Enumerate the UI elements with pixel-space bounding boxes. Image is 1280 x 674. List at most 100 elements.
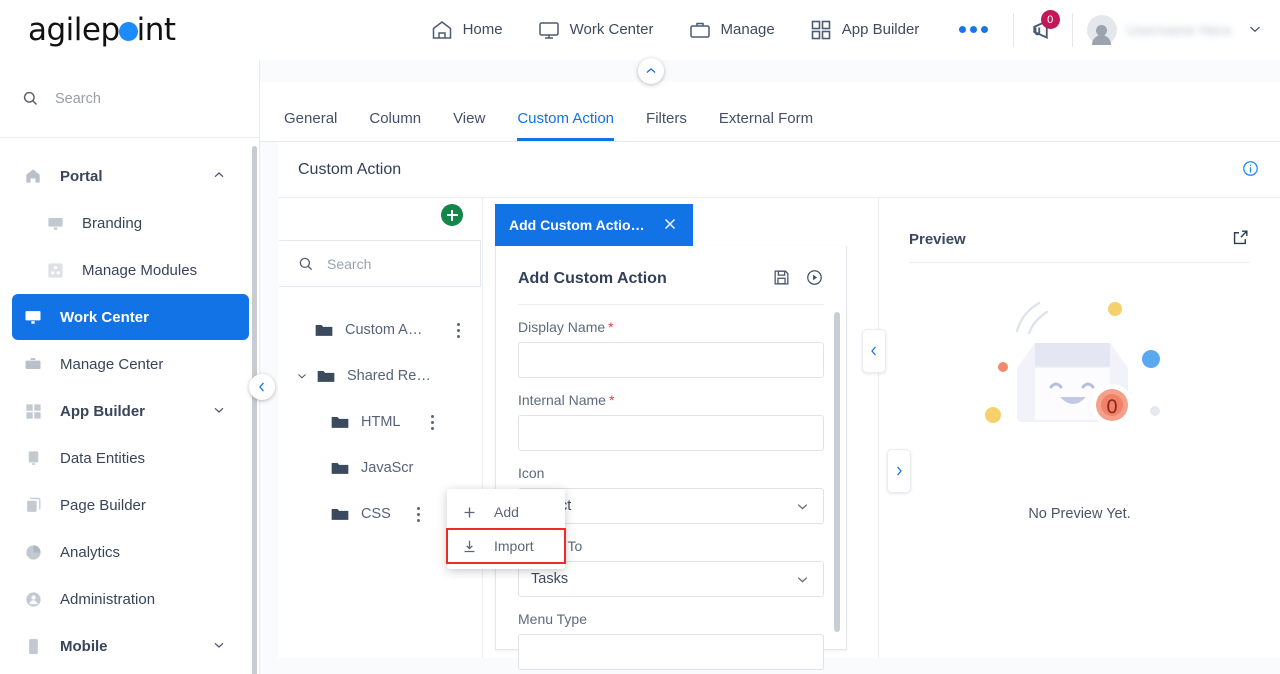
content-area: Search Custom A… Shared Re… HTML JavaScr…	[278, 198, 1280, 670]
folder-icon	[331, 463, 349, 474]
sidebar-item-app-builder[interactable]: App Builder	[12, 388, 249, 434]
form-tab-header[interactable]: Add Custom Actio…	[495, 204, 693, 246]
custom-action-form-panel: Add Custom Actio… Add Custom Action Disp…	[483, 198, 878, 670]
sidebar-search[interactable]: Search	[0, 60, 259, 138]
topnav-label-manage: Manage	[720, 21, 775, 38]
topnav-item-app-builder[interactable]: App Builder	[809, 18, 919, 42]
avatar[interactable]	[1086, 15, 1117, 45]
divider	[909, 262, 1250, 263]
close-icon[interactable]	[661, 215, 679, 236]
chevron-down-icon[interactable]	[211, 637, 227, 656]
sidebar-item-work-center[interactable]: Work Center	[12, 294, 249, 340]
add-circle-button[interactable]	[441, 204, 463, 226]
plus-icon	[464, 507, 475, 517]
context-menu: Add Import	[446, 489, 566, 569]
logo-dot	[118, 21, 138, 41]
user-name: Username Here	[1126, 22, 1232, 38]
sidebar-item-administration[interactable]: Administration	[12, 576, 249, 622]
sidebar-item-analytics[interactable]: Analytics	[12, 529, 249, 575]
form-card: Add Custom Action Display Name * Interna…	[495, 246, 847, 670]
sidebar-item-manage-modules[interactable]: Manage Modules	[12, 247, 249, 293]
applies-to-value: Tasks	[531, 571, 569, 587]
top-right-cluster: 0 Username Here	[999, 0, 1264, 60]
sidebar-scrollbar[interactable]	[252, 146, 257, 674]
section-collapse-button[interactable]	[638, 58, 664, 84]
run-icon[interactable]	[805, 268, 824, 290]
tree-node-html[interactable]: HTML	[278, 399, 482, 445]
chevron-down-icon	[797, 503, 808, 509]
external-link-icon[interactable]	[1231, 228, 1250, 250]
label-text: Internal Name	[518, 392, 606, 408]
chevron-down-icon	[797, 576, 808, 582]
form-scrollbar[interactable]	[834, 312, 840, 632]
sidebar-item-page-builder[interactable]: Page Builder	[12, 482, 249, 528]
tree-label: Custom A…	[345, 322, 423, 338]
tree-node-custom-actions[interactable]: Custom A…	[278, 307, 482, 353]
pages-icon	[22, 494, 44, 516]
tab-external-form[interactable]: External Form	[719, 110, 813, 141]
app-root: agilep int Home Work Center Manage App B…	[0, 0, 1280, 674]
internal-name-input[interactable]	[518, 415, 824, 451]
save-icon[interactable]	[772, 268, 791, 290]
display-name-input[interactable]	[518, 342, 824, 378]
chevron-down-icon[interactable]	[294, 369, 310, 383]
menu-type-select[interactable]	[518, 634, 824, 670]
context-menu-item-import[interactable]: Import	[446, 528, 566, 564]
context-menu-item-add[interactable]: Add	[447, 495, 565, 529]
agilepoint-logo[interactable]: agilep int	[28, 12, 176, 48]
more-options-icon[interactable]	[959, 26, 989, 33]
notification-badge: 0	[1040, 10, 1060, 29]
branding-icon	[44, 212, 66, 234]
required-marker: *	[608, 319, 614, 335]
tree-node-menu-button[interactable]	[417, 506, 420, 522]
sidebar-label-page-builder: Page Builder	[60, 496, 146, 514]
field-label-icon: Icon	[518, 465, 545, 481]
tree-node-shared-resources[interactable]: Shared Re…	[278, 353, 482, 399]
tab-general[interactable]: General	[284, 110, 337, 141]
database-icon	[22, 447, 44, 469]
required-marker: *	[608, 392, 615, 408]
tree-node-menu-button[interactable]	[457, 322, 460, 338]
field-label-internal-name: Internal Name *	[518, 392, 824, 408]
chevron-left-icon	[259, 382, 264, 392]
briefcase-icon	[22, 353, 44, 375]
topnav-item-home[interactable]: Home	[430, 18, 503, 42]
page-title: Custom Action	[298, 160, 402, 178]
info-circle-icon[interactable]	[1241, 159, 1260, 181]
folder-icon	[315, 325, 333, 336]
sidebar-item-data-entities[interactable]: Data Entities	[12, 435, 249, 481]
sidebar-item-manage-center[interactable]: Manage Center	[12, 341, 249, 387]
field-label-menu-type: Menu Type	[518, 611, 588, 627]
sidebar-item-branding[interactable]: Branding	[12, 200, 249, 246]
form-panel-collapse-handle[interactable]	[862, 329, 886, 373]
tree-label: JavaScr	[361, 460, 414, 476]
tab-filters[interactable]: Filters	[646, 110, 687, 141]
tree-search-input[interactable]: Search	[279, 240, 481, 287]
chevron-up-icon[interactable]	[211, 167, 227, 186]
preview-empty-state: 0 No Preview Yet.	[879, 287, 1280, 522]
sidebar-collapse-button[interactable]	[249, 374, 275, 400]
avatar-image	[1086, 15, 1117, 45]
chevron-right-icon	[897, 466, 902, 476]
tab-view[interactable]: View	[453, 110, 485, 141]
chevron-down-icon[interactable]	[211, 402, 227, 421]
tree-node-javascript[interactable]: JavaScr	[278, 445, 482, 491]
tab-custom-action[interactable]: Custom Action	[517, 110, 614, 141]
sidebar-label-app-builder: App Builder	[60, 402, 145, 420]
topnav-label-work-center: Work Center	[569, 21, 654, 38]
folder-icon	[317, 371, 335, 382]
tab-column[interactable]: Column	[369, 110, 421, 141]
tree-node-menu-button[interactable]	[431, 414, 434, 430]
mobile-icon	[22, 635, 44, 657]
sidebar-item-portal[interactable]: Portal	[12, 153, 249, 199]
divider	[1012, 13, 1014, 47]
preview-panel-expand-handle[interactable]	[887, 449, 911, 493]
user-menu-chevron-down-icon[interactable]	[1246, 20, 1264, 41]
top-navigation: Home Work Center Manage App Builder	[430, 18, 989, 42]
preview-panel: Preview 0 No Preview Yet.	[878, 198, 1280, 658]
topnav-item-work-center[interactable]: Work Center	[537, 18, 654, 42]
topnav-item-manage[interactable]: Manage	[688, 18, 775, 42]
form-tab-label: Add Custom Actio…	[509, 217, 645, 233]
announcements-button[interactable]: 0	[1028, 10, 1060, 45]
sidebar-item-mobile[interactable]: Mobile	[12, 623, 249, 669]
